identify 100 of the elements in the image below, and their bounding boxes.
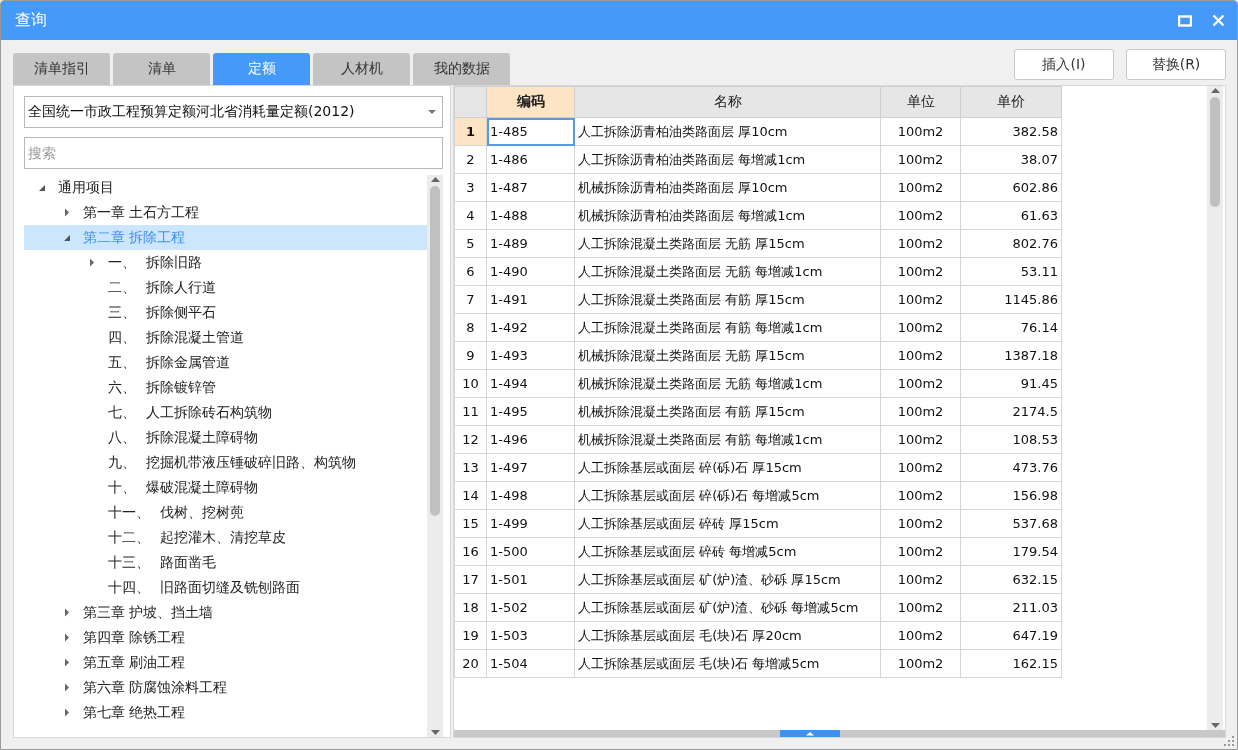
table-cell: 1-489 <box>486 229 575 258</box>
table-cell: 人工拆除基层或面层 矿(炉)渣、砂砾 每增减5cm <box>574 593 881 622</box>
table-cell: 人工拆除基层或面层 矿(炉)渣、砂砾 厚15cm <box>574 565 881 594</box>
table-cell: 100m2 <box>880 145 961 174</box>
table-cell: 100m2 <box>880 649 961 678</box>
table-cell: 179.54 <box>960 537 1062 566</box>
scroll-up-icon[interactable] <box>430 177 440 182</box>
action-button[interactable]: 替换(R) <box>1126 49 1226 80</box>
table-cell: 61.63 <box>960 201 1062 230</box>
collapsed-icon[interactable] <box>64 608 70 617</box>
row-number: 15 <box>454 509 487 538</box>
tree-item[interactable]: 六、 拆除镀锌管 <box>24 375 427 400</box>
table-cell: 机械拆除混凝土类路面层 无筋 每增减1cm <box>574 369 881 398</box>
tree-item[interactable]: 第五章 刷油工程 <box>24 650 427 675</box>
table-cell: 机械拆除沥青柏油类路面层 每增减1cm <box>574 201 881 230</box>
tree-item[interactable]: 第七章 绝热工程 <box>24 700 427 725</box>
search-field[interactable]: 搜索 <box>24 137 443 169</box>
expanded-icon[interactable] <box>63 233 71 242</box>
row-number: 7 <box>454 285 487 314</box>
tree-item[interactable]: 十三、 路面凿毛 <box>24 550 427 575</box>
row-number: 19 <box>454 621 487 650</box>
table-cell: 1-493 <box>486 341 575 370</box>
tree-item[interactable]: 七、 人工拆除砖石构筑物 <box>24 400 427 425</box>
scrollbar-thumb[interactable] <box>1210 97 1220 207</box>
collapsed-icon[interactable] <box>64 633 70 642</box>
row-number: 8 <box>454 313 487 342</box>
tab[interactable]: 清单 <box>113 53 210 85</box>
column-header[interactable]: 单位 <box>880 86 961 118</box>
table-cell: 1-486 <box>486 145 575 174</box>
tree-item[interactable]: 第六章 防腐蚀涂料工程 <box>24 675 427 700</box>
tree-item[interactable]: 四、 拆除混凝土管道 <box>24 325 427 350</box>
table-cell: 人工拆除基层或面层 碎砖 每增减5cm <box>574 537 881 566</box>
column-header[interactable]: 名称 <box>574 86 881 118</box>
row-number: 5 <box>454 229 487 258</box>
table-cell: 1-494 <box>486 369 575 398</box>
table-cell: 1-487 <box>486 173 575 202</box>
scroll-down-icon[interactable] <box>430 730 440 735</box>
caret-icon <box>428 109 436 115</box>
table-cell: 1-500 <box>486 537 575 566</box>
tree-item[interactable]: 五、 拆除金属管道 <box>24 350 427 375</box>
splitter-handle[interactable] <box>779 730 840 737</box>
table-cell: 100m2 <box>880 285 961 314</box>
tree-item[interactable]: 二、 拆除人行道 <box>24 275 427 300</box>
collapsed-icon[interactable] <box>64 683 70 692</box>
tree-item[interactable]: 八、 拆除混凝土障碍物 <box>24 425 427 450</box>
row-number: 16 <box>454 537 487 566</box>
tree-item[interactable]: 九、 挖掘机带液压锤破碎旧路、构筑物 <box>24 450 427 475</box>
table-cell: 人工拆除基层或面层 毛(块)石 每增减5cm <box>574 649 881 678</box>
collapsed-icon[interactable] <box>64 658 70 667</box>
tree-item[interactable]: 十二、 起挖灌木、清挖草皮 <box>24 525 427 550</box>
tree-item[interactable]: 通用项目 <box>24 175 427 200</box>
resize-grip-icon[interactable] <box>1224 736 1234 746</box>
tree-item[interactable]: 三、 拆除侧平石 <box>24 300 427 325</box>
expanded-icon[interactable] <box>38 183 46 192</box>
close-icon[interactable] <box>1212 14 1225 27</box>
table-cell: 100m2 <box>880 565 961 594</box>
column-header[interactable]: 单价 <box>960 86 1062 118</box>
table-cell: 人工拆除基层或面层 毛(块)石 厚20cm <box>574 621 881 650</box>
tree-item[interactable]: 第三章 护坡、挡土墙 <box>24 600 427 625</box>
table-cell: 1-490 <box>486 257 575 286</box>
scroll-down-icon[interactable] <box>1210 723 1220 728</box>
tree-item[interactable]: 第一章 土石方工程 <box>24 200 427 225</box>
collapsed-icon[interactable] <box>64 708 70 717</box>
table-cell: 100m2 <box>880 481 961 510</box>
tab[interactable]: 清单指引 <box>13 53 110 85</box>
maximize-icon[interactable] <box>1178 14 1192 27</box>
scrollbar-thumb[interactable] <box>430 186 440 516</box>
table-cell: 100m2 <box>880 257 961 286</box>
table-cell: 76.14 <box>960 313 1062 342</box>
column-header[interactable]: 编码 <box>486 86 575 118</box>
scroll-up-icon[interactable] <box>1210 88 1220 93</box>
tree-item[interactable]: 十四、 旧路面切缝及铣刨路面 <box>24 575 427 600</box>
row-number: 10 <box>454 369 487 398</box>
row-number: 3 <box>454 173 487 202</box>
tree-item[interactable]: 十、 爆破混凝土障碍物 <box>24 475 427 500</box>
table-cell: 156.98 <box>960 481 1062 510</box>
row-number: 13 <box>454 453 487 482</box>
collapsed-icon[interactable] <box>89 258 95 267</box>
row-number: 6 <box>454 257 487 286</box>
row-number: 18 <box>454 593 487 622</box>
table-cell: 537.68 <box>960 509 1062 538</box>
table-cell: 1-495 <box>486 397 575 426</box>
scrollbar[interactable] <box>427 175 443 737</box>
table-cell: 人工拆除基层或面层 碎(砾)石 每增减5cm <box>574 481 881 510</box>
tree-item[interactable]: 十一、 伐树、挖树蔸 <box>24 500 427 525</box>
table-cell: 机械拆除混凝土类路面层 有筋 每增减1cm <box>574 425 881 454</box>
row-number: 17 <box>454 565 487 594</box>
scrollbar[interactable] <box>1207 86 1223 730</box>
table-cell: 人工拆除混凝土类路面层 有筋 每增减1cm <box>574 313 881 342</box>
table-cell: 473.76 <box>960 453 1062 482</box>
tree-item[interactable]: 一、 拆除旧路 <box>24 250 427 275</box>
table-cell: 1-503 <box>486 621 575 650</box>
tree-item[interactable]: 第四章 除锈工程 <box>24 625 427 650</box>
action-button[interactable]: 插入(I) <box>1014 49 1114 80</box>
tab[interactable]: 人材机 <box>313 53 410 85</box>
library-dropdown[interactable]: 全国统一市政工程预算定额河北省消耗量定额(2012) <box>24 96 443 128</box>
tab[interactable]: 我的数据 <box>413 53 510 85</box>
table-cell: 机械拆除混凝土类路面层 无筋 厚15cm <box>574 341 881 370</box>
collapsed-icon[interactable] <box>64 208 70 217</box>
table-cell: 1-488 <box>486 201 575 230</box>
